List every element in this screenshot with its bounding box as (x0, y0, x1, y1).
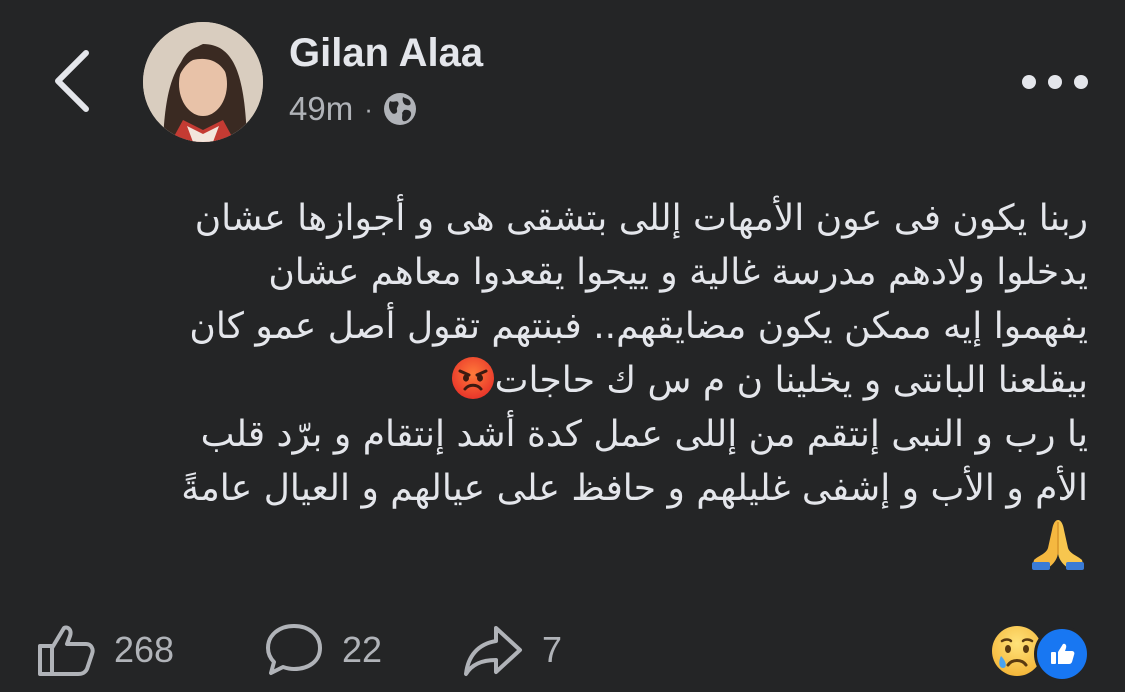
post-line: يفهموا إيه ممكن يكون مضايقهم.. فبنتهم تق… (189, 306, 1088, 347)
share-arrow-icon (464, 626, 522, 676)
share-count: 7 (542, 629, 563, 670)
avatar-photo (143, 22, 263, 142)
post-line: بيقلعنا البانتى و يخلينا ن م س ك حاجات (494, 360, 1088, 401)
post-line: يا رب و النبى إنتقم من إللى عمل كدة أشد … (200, 414, 1088, 455)
dot-icon (1022, 75, 1036, 89)
like-button[interactable]: 268 (36, 620, 174, 680)
reaction-summary[interactable] (990, 624, 1090, 682)
more-options-button[interactable] (1022, 66, 1088, 98)
author-name[interactable]: Gilan Alaa (289, 31, 483, 76)
post-view: Gilan Alaa 49m · ربنا يكون فى عون الأمها… (0, 0, 1125, 692)
folded-hands-emoji (1032, 520, 1084, 570)
globe-icon (383, 93, 416, 125)
post-emoji-line (30, 516, 1088, 570)
post-meta: 49m · (289, 90, 418, 128)
thumbs-up-icon (1051, 643, 1075, 664)
dot-icon (1048, 75, 1062, 89)
back-button[interactable] (44, 48, 100, 114)
dot-icon (1074, 75, 1088, 89)
thumbs-up-icon (38, 625, 95, 676)
comment-bubble-icon (266, 624, 322, 675)
avatar[interactable] (143, 22, 263, 142)
comment-count: 22 (342, 629, 383, 670)
like-reaction-icon (1034, 626, 1090, 682)
like-count: 268 (114, 629, 175, 670)
post-line: ربنا يكون فى عون الأمهات إللى بتشقى هى و… (194, 198, 1088, 239)
angry-face-emoji (451, 357, 494, 399)
comment-button[interactable]: 22 (264, 620, 382, 680)
post-line-with-emoji: بيقلعنا البانتى و يخلينا ن م س ك حاجات (30, 354, 1088, 408)
post-line: الأم و الأب و إشفى غليلهم و حافظ على عيا… (181, 468, 1088, 509)
post-time[interactable]: 49m (289, 90, 353, 128)
share-button[interactable]: 7 (462, 620, 562, 680)
meta-separator: · (364, 93, 373, 124)
post-line: يدخلوا ولادهم مدرسة غالية و ييجوا يقعدوا… (268, 252, 1088, 293)
chevron-left-icon (55, 50, 89, 112)
post-text: ربنا يكون فى عون الأمهات إللى بتشقى هى و… (30, 192, 1088, 570)
